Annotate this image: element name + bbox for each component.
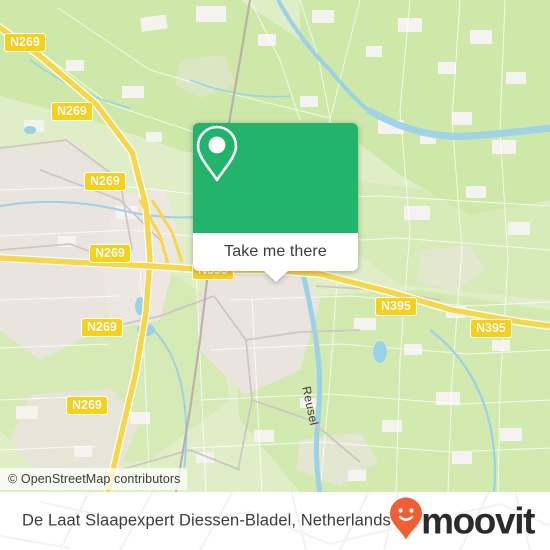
map-screenshot: N269 N269 N269 N269 N269 N269 N395 N395 … [0, 0, 550, 550]
road-shield: N269 [81, 318, 123, 337]
moovit-wordmark: moovit [421, 500, 535, 542]
moovit-smiley-pin-icon [389, 497, 423, 546]
road-shield: N269 [4, 33, 46, 52]
popup-pointer-tail [263, 271, 288, 282]
footer-bar: De Laat Slaapexpert Diessen-Bladel, Neth… [0, 492, 550, 550]
road-shield: N269 [51, 102, 93, 121]
page-title: De Laat Slaapexpert Diessen-Bladel, Neth… [22, 511, 391, 530]
moovit-logo[interactable]: moovit [389, 497, 535, 546]
road-shield: N269 [66, 396, 108, 415]
road-shield: N269 [89, 244, 131, 263]
popup-cta[interactable]: Take me there [193, 233, 358, 282]
popup-cta-label: Take me there [224, 243, 327, 260]
road-shield: N395 [470, 319, 512, 338]
map-canvas[interactable]: N269 N269 N269 N269 N269 N269 N395 N395 … [0, 0, 550, 492]
road-shield: N395 [375, 297, 417, 316]
osm-attribution[interactable]: © OpenStreetMap contributors [0, 468, 187, 490]
location-popup[interactable]: Take me there [193, 123, 358, 282]
road-shield: N269 [84, 172, 126, 191]
popup-pin-area [193, 123, 358, 233]
